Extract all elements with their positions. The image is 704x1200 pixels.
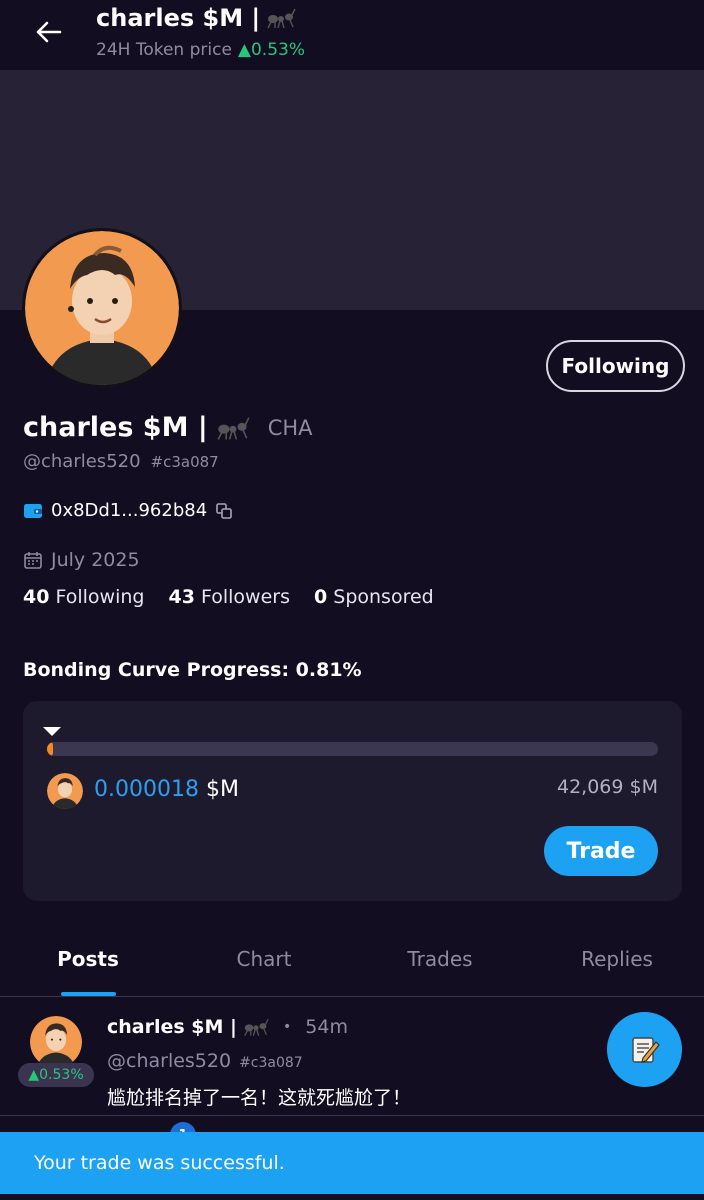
profile-handle: @charles520 [23,451,141,472]
token-avatar [47,773,83,809]
sponsored-label: Sponsored [333,586,434,608]
tab-replies[interactable]: Replies [581,947,653,971]
following-button[interactable]: Following [546,340,685,392]
post-header: charles $M | • 54m [107,1016,348,1038]
back-arrow-icon [36,21,62,43]
back-button[interactable] [28,14,68,50]
bonding-curve-progress-fill [47,742,53,756]
post-handle-row: @charles520 #c3a087 [107,1050,303,1072]
copy-icon[interactable] [215,502,233,520]
sponsored-count: 0 [313,586,328,608]
ant-icon [217,416,250,440]
profile-name-row: charles $M | CHA [23,412,313,443]
joined-date-row: July 2025 [23,549,140,571]
avatar-illustration [47,773,83,809]
sponsored-stat[interactable]: 0 Sponsored [314,586,434,608]
profile-stats: 40 Following 43 Followers 0 Sponsored [23,586,434,608]
post-price-badge: ▲0.53% [18,1063,94,1087]
calendar-icon [24,552,42,569]
tab-posts[interactable]: Posts [57,947,119,971]
bonding-curve-card: 0.000018 $M 42,069 $M Trade [23,701,682,901]
post-time: 54m [305,1016,348,1038]
bonding-curve-title: Bonding Curve Progress: 0.81% [23,659,362,681]
wallet-row: 0x8Dd1...962b84 [23,500,233,521]
tab-trades[interactable]: Trades [407,947,472,971]
edit-note-icon [631,1036,660,1063]
profile-name: charles $M | [23,412,208,443]
post-text: 尴尬排名掉了一名！这就死尴尬了！ [107,1087,412,1109]
success-toast[interactable]: Your trade was successful. [0,1132,704,1194]
followers-label: Followers [200,586,290,608]
post-handle: @charles520 [107,1050,232,1072]
token-ticker: CHA [267,415,313,440]
token-price-label: 24H Token price [96,40,232,60]
post-hash: #c3a087 [239,1055,303,1071]
following-count: 40 [23,586,50,608]
header-subtitle: 24H Token price ▲0.53% [96,40,305,60]
following-label: Following [55,586,145,608]
token-price-value: 0.000018 [94,777,199,802]
ant-icon [244,1018,269,1036]
following-stat[interactable]: 40 Following [23,586,144,608]
ant-icon [267,8,296,29]
profile-tabs: Posts Chart Trades Replies [0,935,704,997]
token-price-unit: $M [205,777,239,802]
token-price-change: ▲0.53% [237,40,305,60]
avatar-illustration [25,231,179,385]
profile-avatar[interactable] [22,228,182,388]
trade-button[interactable]: Trade [544,826,658,876]
post-author-name: charles $M | [107,1016,237,1038]
separator-dot: • [283,1019,292,1035]
market-cap: 42,069 $M [556,776,658,798]
wallet-address: 0x8Dd1...962b84 [51,500,208,521]
tab-chart[interactable]: Chart [237,947,292,971]
followers-count: 43 [168,586,195,608]
wallet-icon [24,503,42,518]
progress-marker [43,727,61,736]
avatar-illustration [30,1016,82,1068]
bonding-curve-progress-bar [47,742,658,756]
compose-post-button[interactable] [607,1012,682,1087]
token-price: 0.000018 $M [94,777,239,802]
joined-date: July 2025 [51,549,140,571]
post-item[interactable]: ▲0.53% charles $M | • 54m @charles520 #c… [0,998,704,1116]
post-avatar[interactable] [30,1016,82,1068]
header-title-text: charles $M | [96,4,261,32]
profile-handle-row: @charles520 #c3a087 [23,451,219,472]
active-tab-indicator [61,992,116,996]
profile-hash: #c3a087 [150,453,219,471]
top-bar: charles $M | 24H Token price ▲0.53% [0,0,704,70]
followers-stat[interactable]: 43 Followers [168,586,290,608]
header-title: charles $M | [96,4,296,32]
bottom-strip [0,1194,704,1200]
